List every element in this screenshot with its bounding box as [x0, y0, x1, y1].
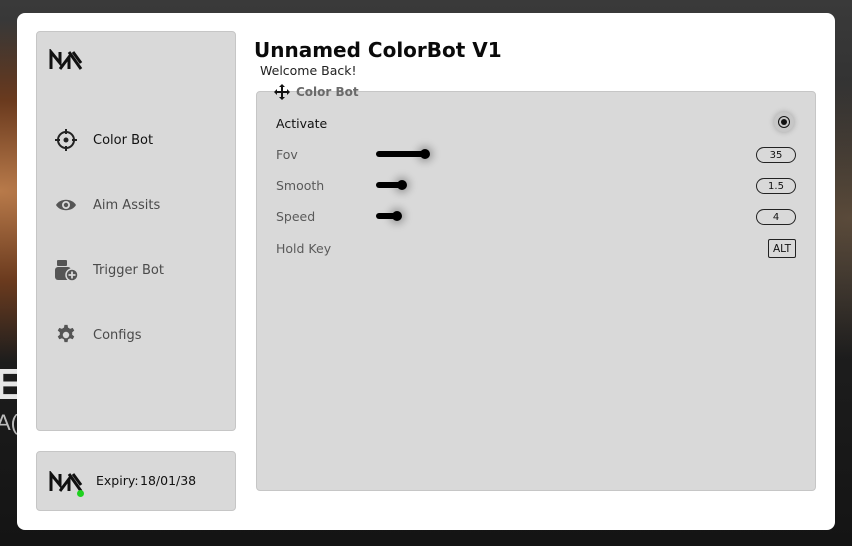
- sidebar-item-color-bot[interactable]: Color Bot: [53, 125, 153, 155]
- color-bot-panel: Color Bot Activate Fov 35 Smooth 1.5 Spe…: [256, 84, 816, 491]
- crosshair-icon: [53, 127, 79, 153]
- slider-knob[interactable]: [392, 211, 402, 221]
- gear-icon: [53, 322, 79, 348]
- radio-ring: [778, 116, 790, 128]
- app-title: Unnamed ColorBot V1: [254, 38, 502, 62]
- sidebar-item-label: Aim Assits: [93, 197, 161, 213]
- speed-slider[interactable]: [376, 209, 407, 223]
- panel-title: Color Bot: [296, 85, 359, 99]
- sidebar-item-label: Trigger Bot: [93, 262, 164, 278]
- online-status-dot: [77, 490, 84, 497]
- fov-slider[interactable]: [376, 147, 435, 161]
- sidebar: Color Bot Aim Assits Trigger Bot Configs: [36, 31, 236, 431]
- trigger-add-icon: [53, 257, 79, 283]
- background-text: A(: [0, 410, 18, 435]
- radio-dot: [781, 119, 787, 125]
- fov-value[interactable]: 35: [756, 147, 796, 163]
- move-icon: [274, 84, 290, 100]
- speed-label: Speed: [276, 209, 316, 224]
- hold-key-button[interactable]: ALT: [768, 239, 796, 258]
- smooth-value[interactable]: 1.5: [756, 178, 796, 194]
- license-footer: Expiry: 18/01/38: [36, 451, 236, 511]
- fov-label: Fov: [276, 147, 298, 162]
- slider-knob[interactable]: [420, 149, 430, 159]
- panel-header[interactable]: Color Bot: [273, 83, 359, 101]
- activate-toggle[interactable]: [774, 112, 794, 132]
- smooth-label: Smooth: [276, 178, 325, 193]
- sidebar-item-trigger-bot[interactable]: Trigger Bot: [53, 255, 164, 285]
- brand-logo: [49, 49, 83, 70]
- slider-fill: [376, 151, 425, 157]
- speed-value[interactable]: 4: [756, 209, 796, 225]
- app-window: Color Bot Aim Assits Trigger Bot Configs…: [17, 13, 835, 530]
- sidebar-item-label: Color Bot: [93, 132, 154, 148]
- welcome-text: Welcome Back!: [260, 63, 357, 78]
- slider-knob[interactable]: [397, 180, 407, 190]
- activate-label: Activate: [276, 116, 328, 131]
- smooth-slider[interactable]: [376, 178, 412, 192]
- sidebar-item-label: Configs: [93, 327, 142, 343]
- hold-key-label: Hold Key: [276, 241, 332, 256]
- expiry-label: Expiry:: [96, 473, 139, 488]
- sidebar-item-aim-assits[interactable]: Aim Assits: [53, 190, 160, 220]
- sidebar-item-configs[interactable]: Configs: [53, 320, 141, 350]
- eye-icon: [53, 192, 79, 218]
- expiry-value: 18/01/38: [140, 473, 197, 488]
